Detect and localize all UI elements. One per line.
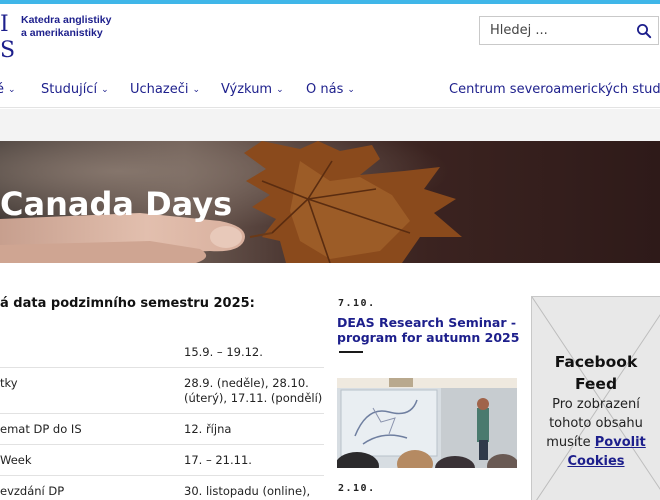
nav-item-label: é [0, 82, 4, 97]
logo[interactable]: I S [0, 12, 16, 64]
semester-dates-table: 15.9. – 19.12. tky 28.9. (neděle), 28.10… [0, 337, 324, 500]
search-box [479, 16, 659, 45]
table-cell-value: 15.9. – 19.12. [180, 337, 324, 368]
news-date: 2.10. [338, 483, 376, 494]
table-cell-label: tky [0, 367, 180, 414]
table-row: 15.9. – 19.12. [0, 337, 324, 368]
logo-letter-bottom: S [0, 38, 16, 63]
enable-cookies-link[interactable]: Povolit [595, 435, 646, 450]
facebook-feed-text-line3: musíte Povolit [532, 433, 660, 452]
news-date: 7.10. [338, 298, 376, 309]
facebook-feed-placeholder: Facebook Feed Pro zobrazení tohoto obsah… [531, 296, 660, 500]
table-cell-label: evzdání DP [0, 475, 180, 500]
nav-item-label: Výzkum [221, 82, 273, 97]
department-name[interactable]: Katedra anglistiky a amerikanistiky [21, 14, 131, 40]
department-name-line1: Katedra anglistiky [21, 14, 112, 26]
news-image[interactable] [337, 378, 517, 468]
nav-item-label: Studující [41, 82, 98, 97]
nav-item-uchazeci[interactable]: Uchazeči ⌄ [130, 82, 200, 97]
department-name-line2: a amerikanistiky [21, 27, 103, 39]
seminar-photo [337, 378, 517, 468]
hero-title: Canada Days [0, 185, 233, 223]
nav-item-partial[interactable]: é⌄ [0, 82, 16, 97]
semester-dates-heading: á data podzimního semestru 2025: [0, 296, 255, 311]
enable-cookies-link-cont[interactable]: Cookies [567, 454, 624, 469]
breadcrumb-band [0, 109, 660, 141]
table-row: Week 17. – 21.11. [0, 444, 324, 476]
facebook-feed-title: Facebook Feed [532, 351, 660, 395]
table-cell-label: Week [0, 444, 180, 476]
top-accent-bar [0, 0, 660, 4]
facebook-feed-message: Pro zobrazení tohoto obsahu musíte Povol… [532, 395, 660, 471]
table-cell-value: 12. října [180, 413, 324, 445]
chevron-down-icon: ⌄ [101, 85, 109, 95]
facebook-feed-text-line4: Cookies [532, 452, 660, 471]
hero-banner[interactable]: Canada Days [0, 141, 660, 263]
facebook-feed-text-line1: Pro zobrazení [552, 397, 640, 412]
facebook-feed-text-line2: tohoto obsahu [549, 416, 643, 431]
nav-item-label: O nás [306, 82, 344, 97]
search-icon[interactable] [636, 23, 652, 39]
table-cell-label: emat DP do IS [0, 413, 180, 445]
nav-item-studujici[interactable]: Studující ⌄ [41, 82, 109, 97]
chevron-down-icon: ⌄ [347, 85, 355, 95]
chevron-down-icon: ⌄ [8, 85, 16, 95]
table-row: emat DP do IS 12. října [0, 413, 324, 445]
news-divider [339, 351, 363, 353]
table-cell-value: 30. listopadu (online), 1.12. do 12:00 (… [180, 475, 324, 500]
nav-item-centrum[interactable]: Centrum severoamerických studií [449, 82, 660, 97]
facebook-feed-title-line2: Feed [574, 375, 618, 393]
main-nav: é⌄ Studující⌄ Uchazeči⌄ Výzkum⌄ O nás⌄ C… [0, 72, 660, 108]
nav-item-o-nas[interactable]: O nás ⌄ [306, 82, 355, 97]
table-cell-value: 28.9. (neděle), 28.10. (úterý), 17.11. (… [180, 367, 324, 414]
logo-letter-top: I [0, 12, 9, 37]
nav-item-vyzkum[interactable]: Výzkum ⌄ [221, 82, 284, 97]
nav-item-label: Centrum severoamerických studií [449, 82, 660, 97]
table-cell-label [0, 337, 180, 368]
facebook-feed-title-line1: Facebook [554, 353, 638, 371]
news-title-link[interactable]: DEAS Research Seminar - program for autu… [337, 315, 522, 345]
table-row: tky 28.9. (neděle), 28.10. (úterý), 17.1… [0, 367, 324, 414]
facebook-feed-text-musite: musíte [546, 435, 591, 450]
table-cell-value: 17. – 21.11. [180, 444, 324, 476]
chevron-down-icon: ⌄ [192, 85, 200, 95]
table-row: evzdání DP 30. listopadu (online), 1.12.… [0, 475, 324, 500]
nav-item-label: Uchazeči [130, 82, 189, 97]
chevron-down-icon: ⌄ [276, 85, 284, 95]
search-input[interactable] [480, 17, 630, 44]
